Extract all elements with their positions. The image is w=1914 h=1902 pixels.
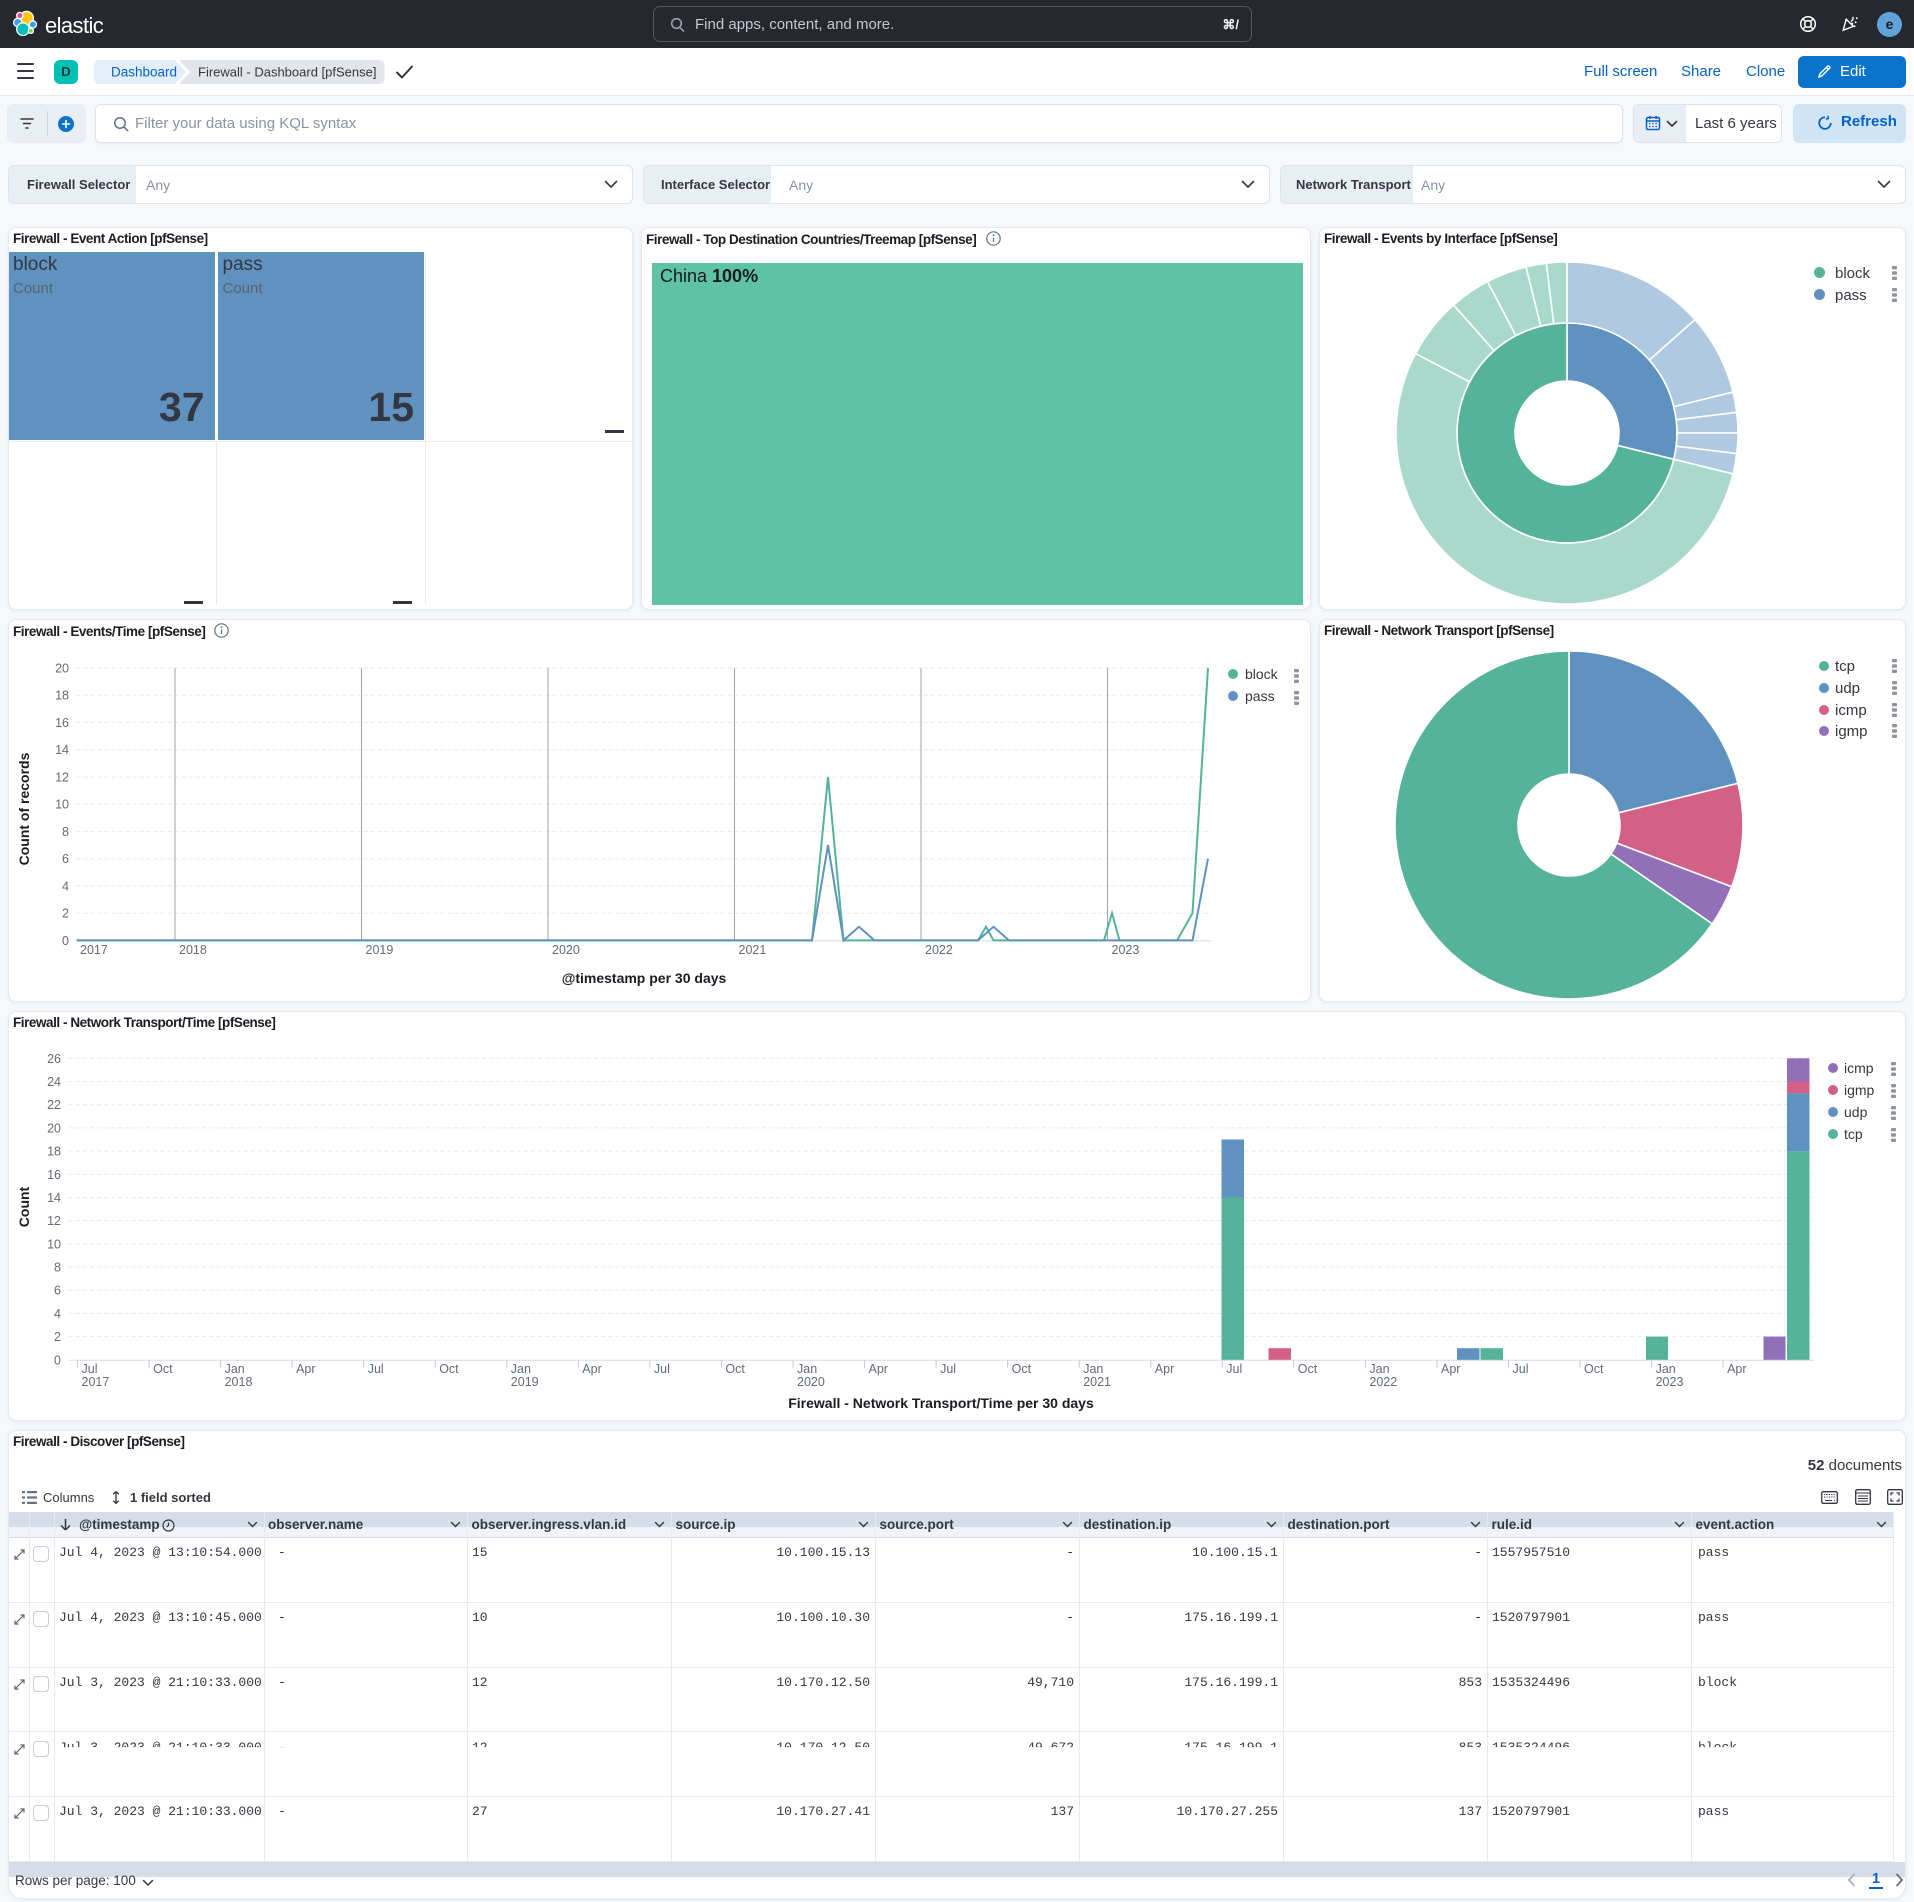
svg-text:Apr: Apr — [869, 1362, 888, 1376]
svg-text:2017: 2017 — [82, 1375, 110, 1389]
svg-text:Firewall - Dashboard [pfSense]: Firewall - Dashboard [pfSense] — [198, 65, 376, 80]
svg-text:Count: Count — [16, 1186, 32, 1227]
svg-text:@timestamp per 30 days: @timestamp per 30 days — [562, 970, 727, 986]
svg-text:6: 6 — [54, 1284, 61, 1298]
svg-text:2: 2 — [54, 1330, 61, 1344]
svg-text:2019: 2019 — [366, 943, 394, 957]
svg-text:Oct: Oct — [1012, 1362, 1032, 1376]
svg-text:12: 12 — [47, 1214, 61, 1228]
svg-text:4: 4 — [54, 1307, 61, 1321]
svg-text:Jan: Jan — [1083, 1362, 1103, 1376]
svg-text:Oct: Oct — [725, 1362, 745, 1376]
svg-text:Jan: Jan — [511, 1362, 531, 1376]
svg-text:20: 20 — [47, 1121, 61, 1135]
svg-text:14: 14 — [47, 1191, 61, 1205]
svg-text:26: 26 — [47, 1052, 61, 1066]
svg-text:2020: 2020 — [797, 1375, 825, 1389]
svg-text:2018: 2018 — [225, 1375, 253, 1389]
svg-text:Jul: Jul — [940, 1362, 956, 1376]
svg-text:Jul: Jul — [654, 1362, 670, 1376]
svg-text:2017: 2017 — [80, 943, 108, 957]
svg-text:2019: 2019 — [511, 1375, 539, 1389]
svg-text:2022: 2022 — [1369, 1375, 1397, 1389]
svg-text:16: 16 — [55, 716, 69, 730]
svg-text:Count of records: Count of records — [16, 752, 32, 865]
svg-text:2021: 2021 — [1083, 1375, 1111, 1389]
svg-text:2021: 2021 — [739, 943, 767, 957]
svg-text:0: 0 — [54, 1353, 61, 1367]
svg-text:22: 22 — [47, 1098, 61, 1112]
svg-text:24: 24 — [47, 1075, 61, 1089]
svg-text:2: 2 — [62, 907, 69, 921]
svg-text:2023: 2023 — [1656, 1375, 1684, 1389]
svg-text:Apr: Apr — [1727, 1362, 1746, 1376]
svg-text:Apr: Apr — [296, 1362, 315, 1376]
svg-text:Jan: Jan — [225, 1362, 245, 1376]
svg-text:10: 10 — [55, 798, 69, 812]
svg-text:Oct: Oct — [1584, 1362, 1604, 1376]
svg-text:Jan: Jan — [1656, 1362, 1676, 1376]
svg-text:Jul: Jul — [1226, 1362, 1242, 1376]
svg-text:2018: 2018 — [179, 943, 207, 957]
svg-text:18: 18 — [47, 1145, 61, 1159]
svg-text:Apr: Apr — [1441, 1362, 1460, 1376]
svg-text:Apr: Apr — [1155, 1362, 1174, 1376]
svg-text:Firewall - Network Transport/T: Firewall - Network Transport/Time per 30… — [788, 1395, 1094, 1411]
svg-text:0: 0 — [62, 934, 69, 948]
svg-text:Dashboard: Dashboard — [111, 65, 177, 80]
svg-text:4: 4 — [62, 879, 69, 893]
svg-text:10: 10 — [47, 1237, 61, 1251]
svg-text:Jan: Jan — [1369, 1362, 1389, 1376]
svg-text:Jul: Jul — [82, 1362, 98, 1376]
svg-text:Jul: Jul — [368, 1362, 384, 1376]
svg-text:Jan: Jan — [797, 1362, 817, 1376]
svg-text:Oct: Oct — [153, 1362, 173, 1376]
svg-text:2022: 2022 — [925, 943, 953, 957]
svg-text:Oct: Oct — [439, 1362, 459, 1376]
svg-text:18: 18 — [55, 689, 69, 703]
svg-text:16: 16 — [47, 1168, 61, 1182]
svg-text:8: 8 — [54, 1261, 61, 1275]
svg-text:Oct: Oct — [1298, 1362, 1318, 1376]
svg-text:6: 6 — [62, 852, 69, 866]
svg-text:2020: 2020 — [552, 943, 580, 957]
svg-text:Jul: Jul — [1513, 1362, 1529, 1376]
svg-text:14: 14 — [55, 743, 69, 757]
svg-text:Apr: Apr — [582, 1362, 601, 1376]
svg-text:12: 12 — [55, 771, 69, 785]
svg-text:8: 8 — [62, 825, 69, 839]
svg-text:20: 20 — [55, 662, 69, 676]
svg-text:2023: 2023 — [1112, 943, 1140, 957]
